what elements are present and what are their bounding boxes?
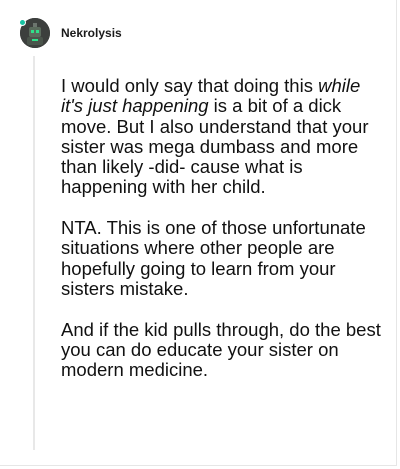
comment-paragraph: I would only say that doing this while i… [61, 75, 387, 198]
comment-card: Nekrolysis I would only say that doing t… [0, 0, 397, 466]
comment-body: I would only say that doing this while i… [61, 75, 387, 381]
thread-line[interactable] [33, 56, 35, 450]
online-status-icon [19, 19, 26, 26]
comment-paragraph: NTA. This is one of those unfortunate si… [61, 217, 366, 299]
comment-paragraph: And if the kid pulls through, do the bes… [61, 318, 381, 381]
username-link[interactable]: Nekrolysis [61, 26, 122, 40]
comment-text: I would only say that doing this [61, 75, 319, 96]
